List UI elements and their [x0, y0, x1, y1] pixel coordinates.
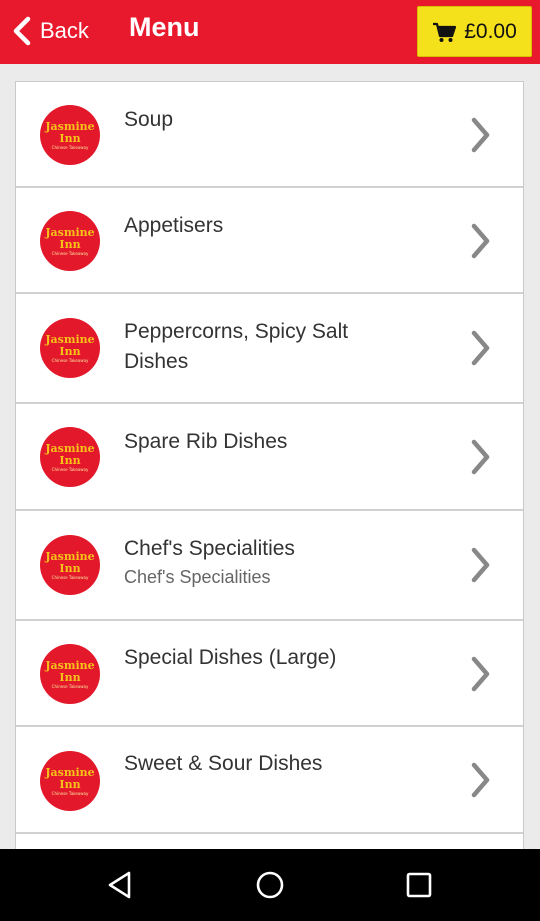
logo-text-line2: Inn: [59, 453, 81, 467]
logo-text-line2: Inn: [59, 344, 81, 358]
menu-item-spare-rib[interactable]: Jasmine Inn Chinese Takeaway Spare Rib D…: [16, 404, 523, 511]
restaurant-logo: Jasmine Inn Chinese Takeaway: [40, 535, 100, 595]
logo-text-line3: Chinese Takeaway: [51, 250, 89, 256]
item-title: Peppercorns, Spicy Salt Dishes: [124, 320, 349, 373]
chevron-right-icon: [471, 656, 490, 692]
restaurant-logo: Jasmine Inn Chinese Takeaway: [40, 644, 100, 704]
logo-text-line2: Inn: [59, 777, 81, 791]
item-title: Appetisers: [124, 214, 224, 237]
logo-text-line3: Chinese Takeaway: [51, 466, 89, 472]
menu-category-list: Jasmine Inn Chinese Takeaway Soup Jasmin…: [15, 81, 524, 881]
logo-text-line3: Chinese Takeaway: [51, 144, 89, 150]
chevron-right-icon: [471, 223, 490, 259]
logo-text-line1: Jasmine: [45, 658, 95, 672]
page-title: Menu: [129, 12, 200, 42]
menu-item-soup[interactable]: Jasmine Inn Chinese Takeaway Soup: [16, 82, 523, 188]
logo-text-line1: Jasmine: [45, 765, 95, 779]
menu-item-appetisers[interactable]: Jasmine Inn Chinese Takeaway Appetisers: [16, 188, 523, 294]
logo-text-line1: Jasmine: [45, 225, 95, 239]
logo-text-line3: Chinese Takeaway: [51, 574, 89, 580]
restaurant-logo: Jasmine Inn Chinese Takeaway: [40, 318, 100, 378]
system-navigation-bar: [0, 849, 540, 921]
restaurant-logo: Jasmine Inn Chinese Takeaway: [40, 751, 100, 811]
chevron-right-icon: [471, 330, 490, 366]
chevron-right-icon: [471, 547, 490, 583]
square-recents-icon[interactable]: [402, 868, 436, 902]
logo-text-line2: Inn: [59, 131, 81, 145]
logo-text-line2: Inn: [59, 237, 81, 251]
logo-text-line1: Jasmine: [45, 549, 95, 563]
logo-text-line3: Chinese Takeaway: [51, 357, 89, 363]
item-subtitle: Chef's Specialities: [124, 567, 271, 587]
logo-text-line2: Inn: [59, 561, 81, 575]
item-title: Chef's Specialities: [124, 537, 295, 560]
chevron-left-icon: [13, 16, 31, 46]
logo-text-line1: Jasmine: [45, 441, 95, 455]
cart-total: £0.00: [464, 19, 517, 43]
restaurant-logo: Jasmine Inn Chinese Takeaway: [40, 427, 100, 487]
back-label: Back: [40, 18, 89, 43]
triangle-back-icon[interactable]: [103, 868, 137, 902]
logo-text-line3: Chinese Takeaway: [51, 790, 89, 796]
logo-text-line2: Inn: [59, 670, 81, 684]
back-button[interactable]: Back: [10, 10, 110, 52]
logo-text-line1: Jasmine: [45, 332, 95, 346]
item-title: Special Dishes (Large): [124, 646, 337, 669]
restaurant-logo: Jasmine Inn Chinese Takeaway: [40, 211, 100, 271]
cart-button[interactable]: £0.00: [417, 6, 532, 57]
menu-item-sweet-sour[interactable]: Jasmine Inn Chinese Takeaway Sweet & Sou…: [16, 727, 523, 834]
menu-item-peppercorns-spicy-salt[interactable]: Jasmine Inn Chinese Takeaway Peppercorns…: [16, 294, 523, 404]
restaurant-logo: Jasmine Inn Chinese Takeaway: [40, 105, 100, 165]
item-title: Spare Rib Dishes: [124, 430, 288, 453]
shopping-cart-icon: [433, 22, 457, 42]
menu-item-special-dishes-large[interactable]: Jasmine Inn Chinese Takeaway Special Dis…: [16, 621, 523, 727]
circle-home-icon[interactable]: [253, 868, 287, 902]
item-title: Soup: [124, 108, 174, 131]
chevron-right-icon: [471, 439, 490, 475]
logo-text-line1: Jasmine: [45, 119, 95, 133]
item-title: Sweet & Sour Dishes: [124, 752, 323, 775]
app-header: Back Menu £0.00: [0, 0, 540, 64]
logo-text-line3: Chinese Takeaway: [51, 683, 89, 689]
chevron-right-icon: [471, 117, 490, 153]
menu-item-chefs-specialities[interactable]: Jasmine Inn Chinese Takeaway Chef's Spec…: [16, 511, 523, 621]
chevron-right-icon: [471, 762, 490, 798]
